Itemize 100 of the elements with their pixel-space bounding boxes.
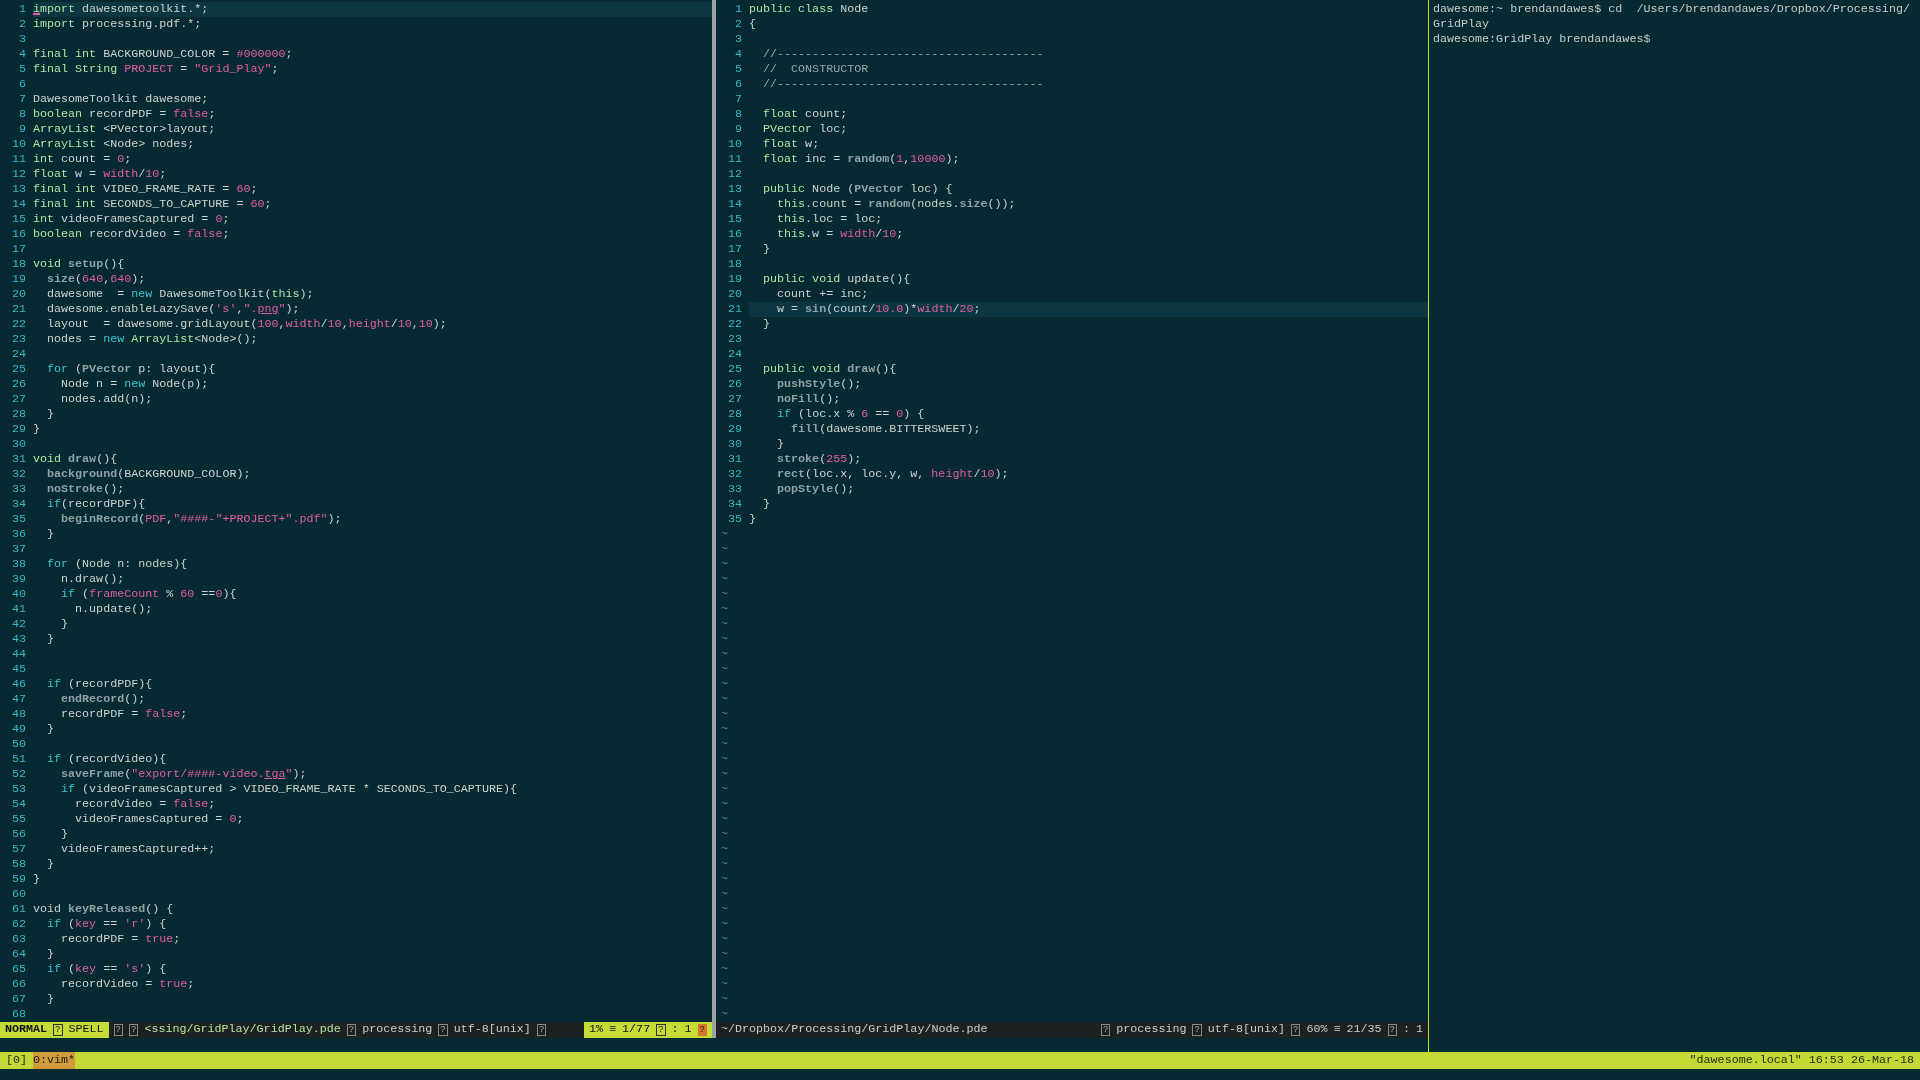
line-number: 48 [10,705,26,723]
empty-line-marker: ~ [721,555,728,573]
code-line: rect(loc.x, loc.y, w, height/10); [776,465,1009,483]
empty-line-marker: ~ [721,960,728,978]
code-line: Node n = new Node(p); [60,375,209,393]
line-number: 29 [726,420,742,438]
status-text: 60% [1306,1021,1328,1039]
code-line: public Node (PVector loc) { [762,180,953,198]
line-number: 17 [10,240,26,258]
line-number: 8 [734,105,742,123]
code-line: recordVideo = true; [60,975,195,993]
line-number: 38 [10,555,26,573]
code-line: count += inc; [776,285,869,303]
line-number: 52 [10,765,26,783]
code-line: for (PVector p: layout){ [46,360,216,378]
code-line: // CONSTRUCTOR [762,60,869,78]
code-line: final int BACKGROUND_COLOR = #000000; [33,45,293,63]
missing-glyph: ? [53,1024,63,1036]
status-text: 1% [589,1021,604,1039]
line-number: 59 [10,870,26,888]
code-line: } [46,720,55,738]
code-line: this.w = width/10; [776,225,904,243]
line-number: 50 [10,735,26,753]
line-number: 65 [10,960,26,978]
code-line: } [33,420,40,438]
missing-glyph: ? [346,1024,357,1036]
window-tab[interactable]: 0:vim* [33,1051,76,1070]
code-line: final int SECONDS_TO_CAPTURE = 60; [33,195,272,213]
line-number: 5 [734,60,742,78]
empty-line-marker: ~ [721,750,728,768]
missing-glyph: ? [129,1024,139,1036]
line-number: 25 [10,360,26,378]
empty-line-marker: ~ [721,765,728,783]
code-line: for (Node n: nodes){ [46,555,188,573]
line-number: 11 [10,150,26,168]
line-number: 37 [10,540,26,558]
empty-line-marker: ~ [721,870,728,888]
code-line: if (key == 's') { [46,960,167,978]
code-line: ArrayList <Node> nodes; [33,135,195,153]
code-line: } [762,315,771,333]
line-number: 33 [726,480,742,498]
line-number: 10 [726,135,742,153]
line-number: 15 [726,210,742,228]
empty-line-marker: ~ [721,660,728,678]
line-number: 23 [10,330,26,348]
code-line: void setup(){ [33,255,125,273]
line-number: 21 [10,300,26,318]
line-number: 42 [10,615,26,633]
code-line: int videoFramesCaptured = 0; [33,210,230,228]
line-number: 39 [10,570,26,588]
line-number: 51 [10,750,26,768]
line-number: 4 [18,45,26,63]
code-line: stroke(255); [776,450,862,468]
code-line: public void draw(){ [762,360,897,378]
line-number: 5 [18,60,26,78]
line-number: 13 [10,180,26,198]
code-line: float count; [762,105,848,123]
code-line: if (recordPDF){ [46,675,153,693]
code-line: fill(dawesome.BITTERSWEET); [790,420,981,438]
empty-line-marker: ~ [721,525,728,543]
code-line: } [46,630,55,648]
line-number: 3 [18,30,26,48]
line-number: 62 [10,915,26,933]
line-number: 36 [10,525,26,543]
line-number: 63 [10,930,26,948]
line-number: 1 [734,0,742,18]
code-line: videoFramesCaptured++; [60,840,216,858]
missing-glyph: ? [697,1024,707,1036]
code-line: import processing.pdf.*; [33,15,202,33]
empty-line-marker: ~ [721,810,728,828]
code-line: final String PROJECT = "Grid_Play"; [33,60,279,78]
code-line: //-------------------------------------- [762,75,1044,93]
line-number: 47 [10,690,26,708]
status-text: 1 [1416,1021,1423,1039]
code-line: } [46,405,55,423]
code-line: final int VIDEO_FRAME_RATE = 60; [33,180,258,198]
line-number: 12 [10,165,26,183]
line-number: 19 [10,270,26,288]
code-line: import dawesometoolkit.*; [33,0,209,18]
code-line: } [749,510,756,528]
line-number: 43 [10,630,26,648]
code-line: n.draw(); [60,570,125,588]
line-number: 10 [10,135,26,153]
empty-line-marker: ~ [721,975,728,993]
line-number: 31 [10,450,26,468]
code-line: noStroke(); [46,480,125,498]
line-number: 2 [18,15,26,33]
empty-line-marker: ~ [721,915,728,933]
line-number: 25 [726,360,742,378]
host-time-status: "dawesome.local" 16:53 26-Mar-18 [1689,1051,1914,1069]
line-number: 27 [726,390,742,408]
line-number: 58 [10,855,26,873]
code-line: } [762,240,771,258]
line-number: 11 [726,150,742,168]
line-number: 64 [10,945,26,963]
status-text: ~/Dropbox/Processing/GridPlay/Node.pde [721,1021,988,1039]
code-line: boolean recordVideo = false; [33,225,230,243]
line-number: 28 [726,405,742,423]
line-number: 14 [726,195,742,213]
empty-line-marker: ~ [721,540,728,558]
